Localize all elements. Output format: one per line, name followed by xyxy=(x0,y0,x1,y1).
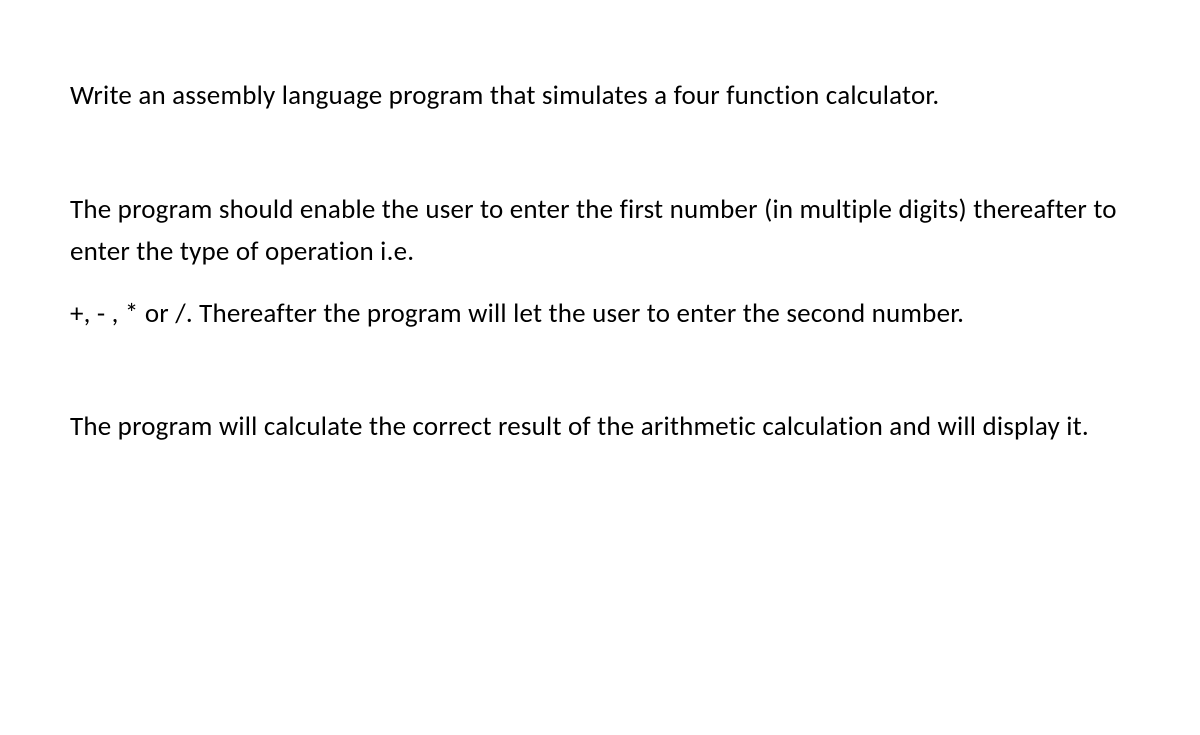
sub-paragraph-input: The program should enable the user to en… xyxy=(70,189,1130,273)
paragraph-text: The program will calculate the correct r… xyxy=(70,410,1089,443)
paragraph-text: Write an assembly language program that … xyxy=(70,79,939,112)
paragraph-intro: Write an assembly language program that … xyxy=(70,75,1130,117)
paragraph-output: The program will calculate the correct r… xyxy=(70,406,1130,448)
paragraph-requirements: The program should enable the user to en… xyxy=(70,189,1130,335)
paragraph-text: +, - , * or /. Thereafter the program wi… xyxy=(70,297,964,330)
paragraph-text: The program should enable the user to en… xyxy=(70,193,1117,268)
sub-paragraph-operators: +, - , * or /. Thereafter the program wi… xyxy=(70,293,1130,335)
